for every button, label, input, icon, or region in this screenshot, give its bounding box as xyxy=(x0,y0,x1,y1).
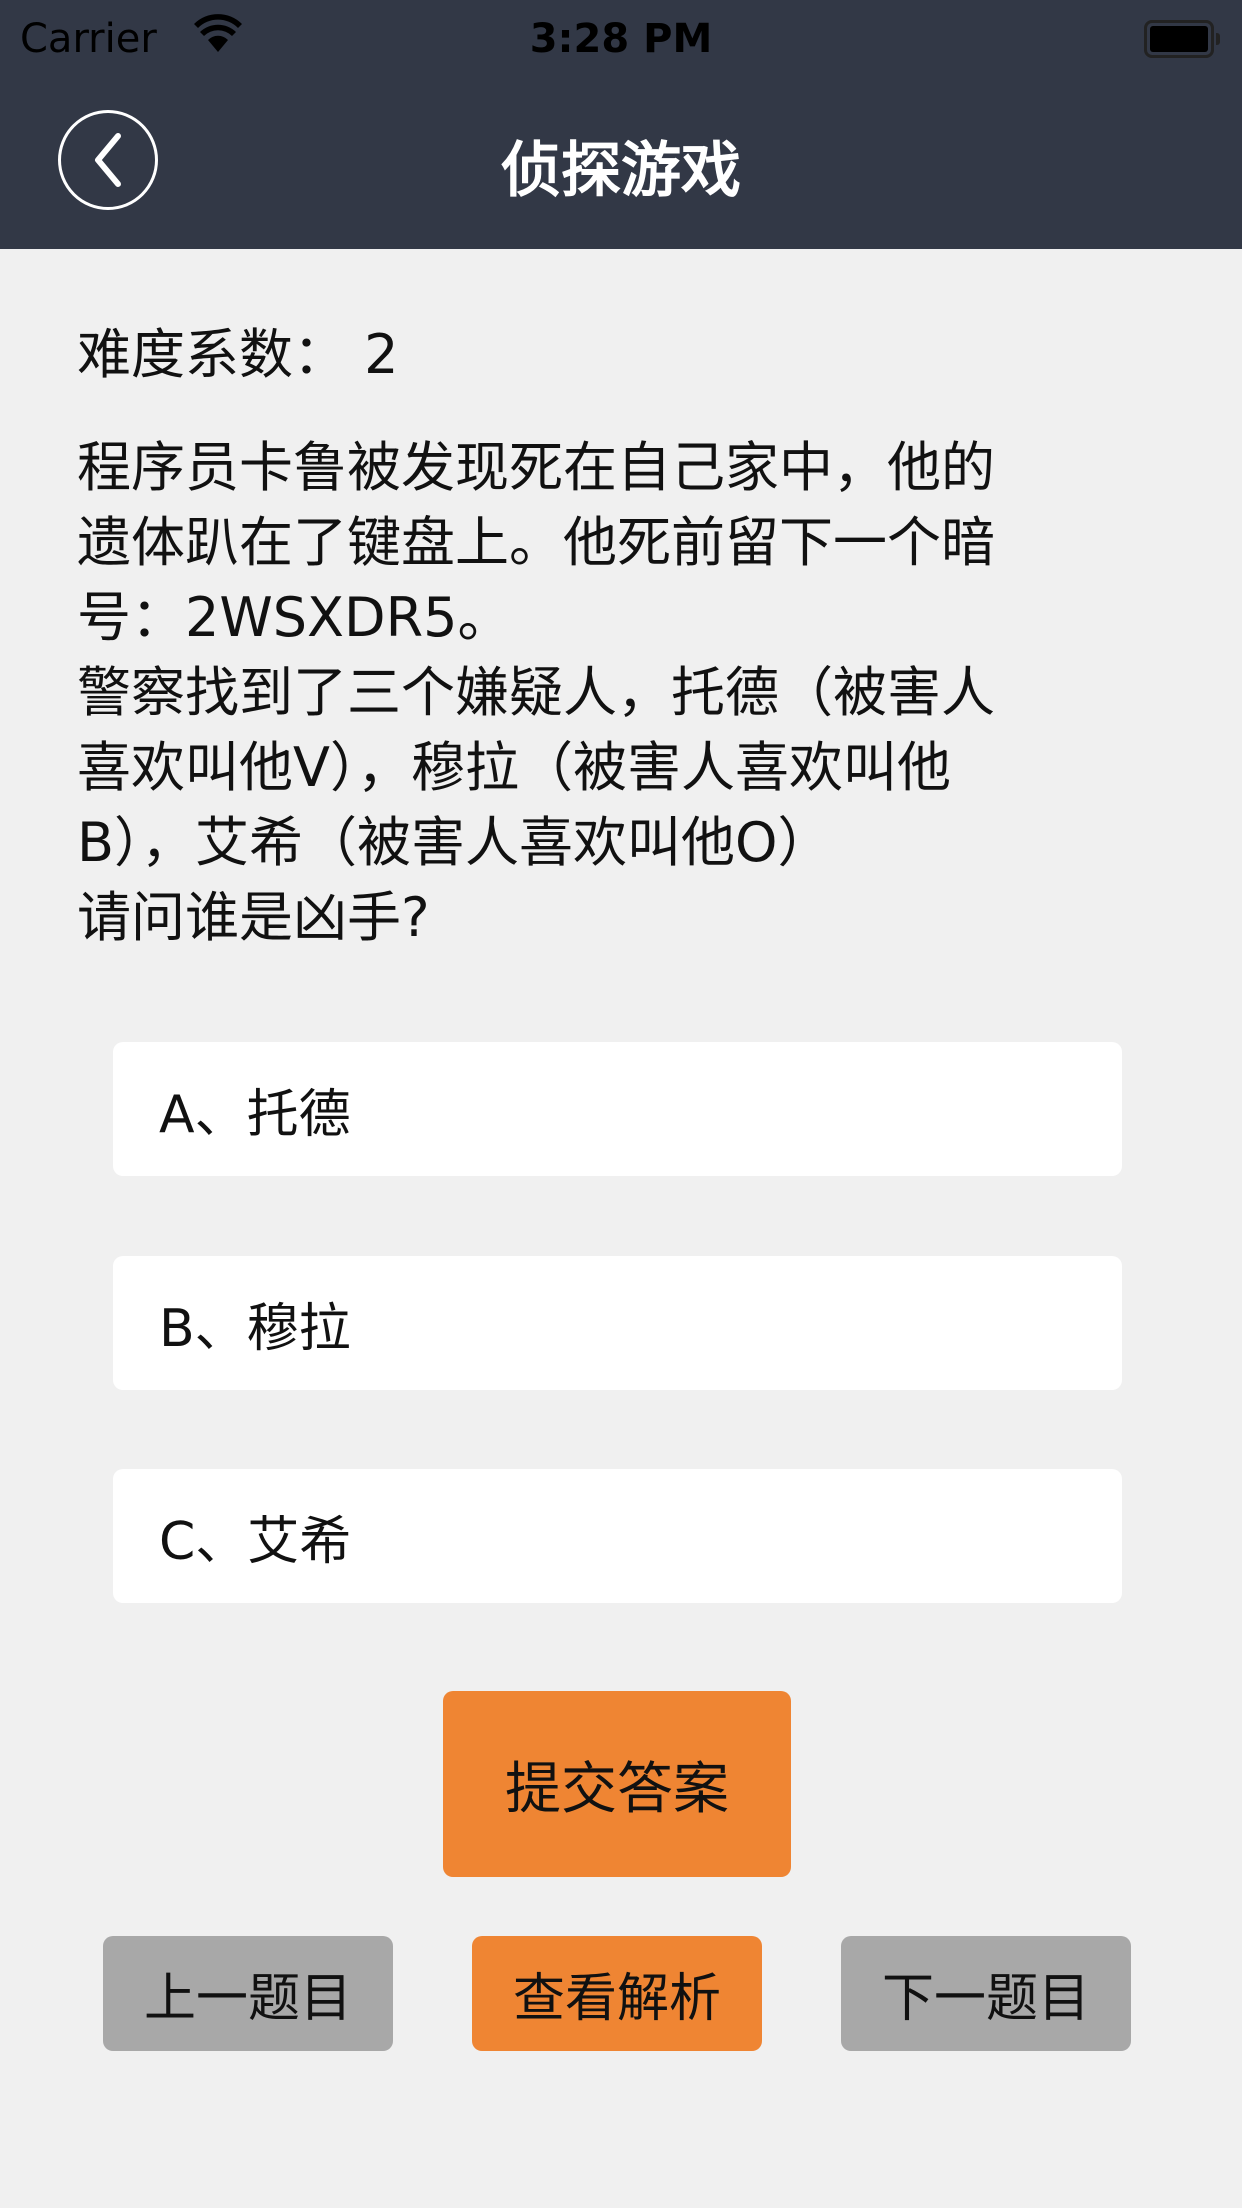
option-a[interactable]: A、托德 xyxy=(113,1042,1122,1176)
page-title: 侦探游戏 xyxy=(501,136,741,206)
navigation-bar: Carrier 3:28 PM 侦探游戏 xyxy=(0,0,1242,249)
option-label: B、穆拉 xyxy=(159,1298,351,1359)
view-analysis-button[interactable]: 查看解析 xyxy=(472,1936,762,2051)
question-text: 程序员卡鲁被发现死在自己家中，他的 遗体趴在了键盘上。他死前留下一个暗 号：2W… xyxy=(77,436,995,949)
battery-icon xyxy=(1144,20,1220,58)
difficulty-label: 难度系数： 2 xyxy=(77,323,399,386)
status-time: 3:28 PM xyxy=(529,16,713,62)
option-c[interactable]: C、艾希 xyxy=(113,1469,1122,1603)
option-label: A、托德 xyxy=(159,1084,351,1145)
status-bar: Carrier 3:28 PM xyxy=(0,0,1242,80)
submit-answer-button[interactable]: 提交答案 xyxy=(443,1691,791,1877)
option-label: C、艾希 xyxy=(159,1511,352,1572)
next-question-button[interactable]: 下一题目 xyxy=(841,1936,1131,2051)
previous-question-button[interactable]: 上一题目 xyxy=(103,1936,393,2051)
option-b[interactable]: B、穆拉 xyxy=(113,1256,1122,1390)
